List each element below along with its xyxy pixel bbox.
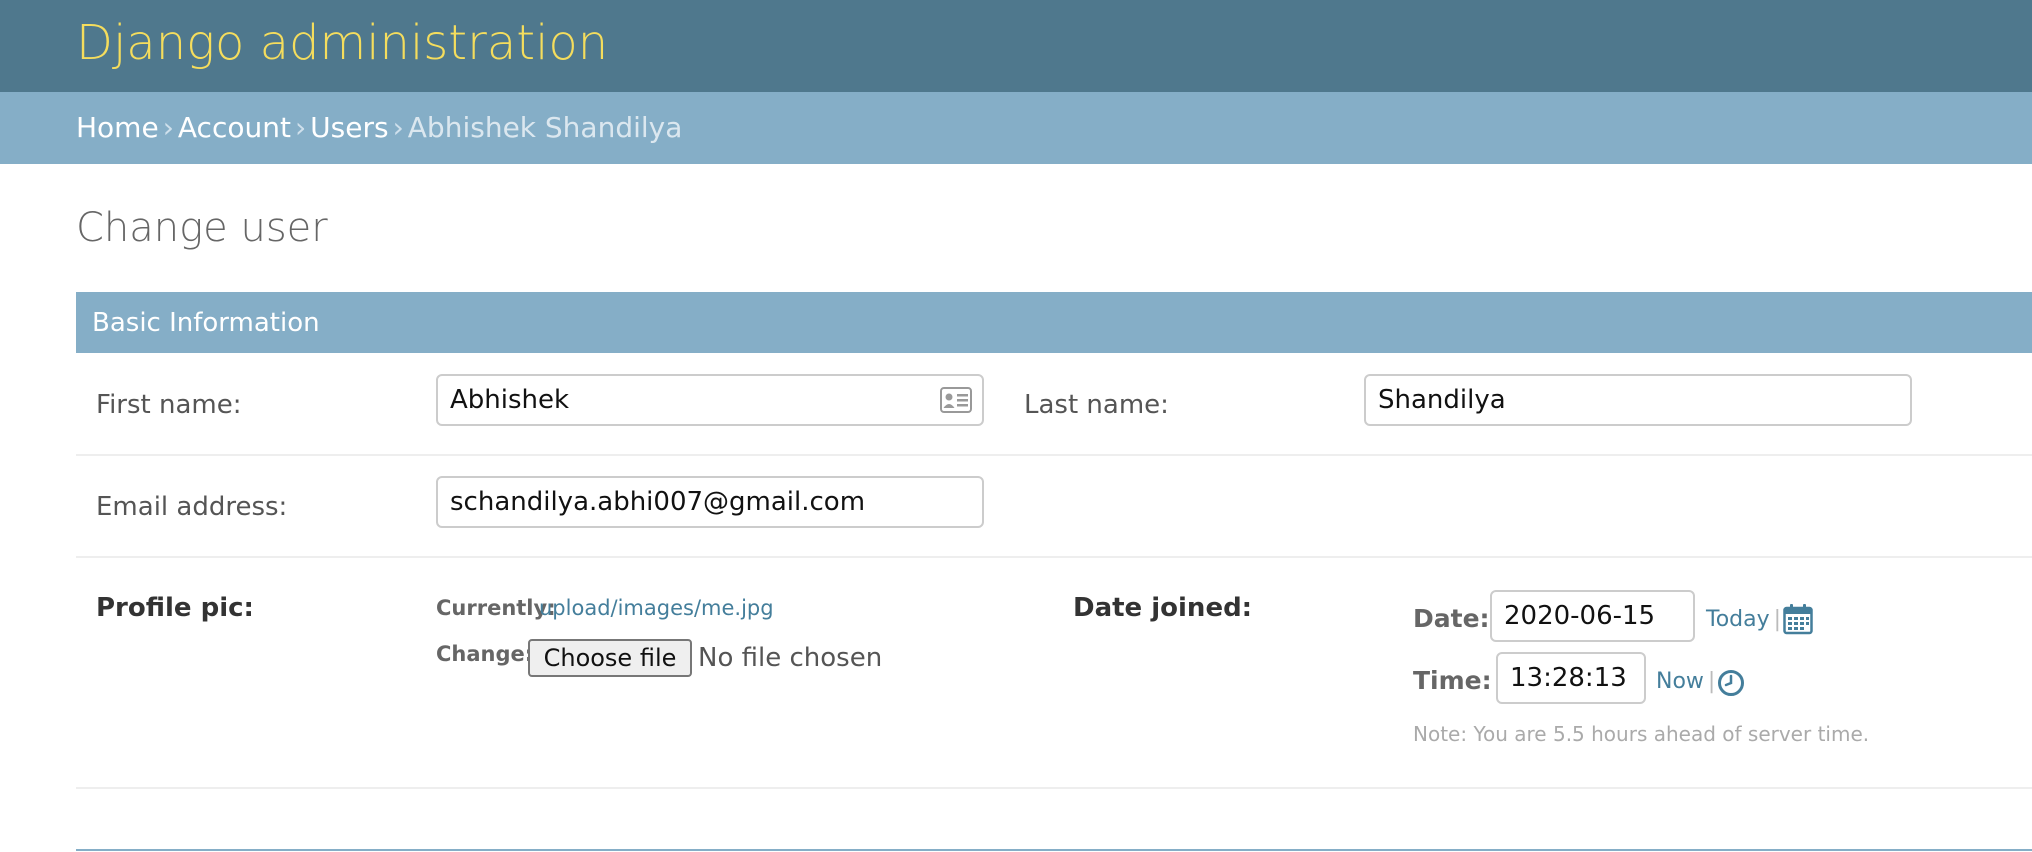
calendar-icon[interactable] bbox=[1783, 603, 1813, 635]
site-header: Django administration bbox=[0, 0, 2032, 92]
shortcut-separator: | bbox=[1707, 669, 1716, 694]
last-name-label: Last name: bbox=[1024, 390, 1169, 420]
today-link[interactable]: Today bbox=[1706, 607, 1770, 632]
breadcrumb-users[interactable]: Users bbox=[310, 111, 388, 144]
date-input[interactable]: 2020-06-15 bbox=[1490, 590, 1695, 642]
first-name-label: First name: bbox=[96, 390, 242, 420]
row-divider bbox=[76, 454, 2032, 456]
email-label: Email address: bbox=[96, 492, 288, 522]
time-label: Time: bbox=[1413, 666, 1492, 695]
submit-row-divider bbox=[76, 849, 2032, 851]
email-input[interactable]: schandilya.abhi007@gmail.com bbox=[436, 476, 984, 528]
site-title[interactable]: Django administration bbox=[76, 14, 608, 72]
timezone-note: Note: You are 5.5 hours ahead of server … bbox=[1413, 722, 1870, 746]
breadcrumb-account[interactable]: Account bbox=[178, 111, 291, 144]
fieldset-title: Basic Information bbox=[92, 308, 320, 338]
now-link[interactable]: Now bbox=[1656, 669, 1704, 694]
choose-file-button[interactable]: Choose file bbox=[528, 639, 692, 677]
first-name-input[interactable]: Abhishek bbox=[436, 374, 984, 426]
contact-card-icon[interactable] bbox=[940, 387, 972, 413]
change-label: Change: bbox=[436, 642, 534, 666]
date-value: 2020-06-15 bbox=[1504, 601, 1656, 631]
current-file-link[interactable]: upload/images/me.jpg bbox=[539, 595, 774, 621]
email-value: schandilya.abhi007@gmail.com bbox=[450, 487, 866, 517]
currently-label: Currently: bbox=[436, 596, 556, 620]
row-divider bbox=[76, 556, 2032, 558]
date-joined-label: Date joined: bbox=[1073, 593, 1253, 623]
date-shortcuts: Today | bbox=[1706, 606, 1785, 634]
fieldset-header: Basic Information bbox=[76, 292, 2032, 353]
date-label: Date: bbox=[1413, 604, 1490, 633]
time-shortcuts: Now | bbox=[1656, 668, 1719, 696]
clock-icon[interactable] bbox=[1717, 669, 1745, 697]
breadcrumb-separator: › bbox=[294, 111, 307, 144]
time-value: 13:28:13 bbox=[1510, 663, 1627, 693]
no-file-chosen-text: No file chosen bbox=[698, 643, 883, 673]
breadcrumb-separator: › bbox=[392, 111, 404, 144]
time-input[interactable]: 13:28:13 bbox=[1496, 652, 1646, 704]
breadcrumb: Home › Account › Users › Abhishek Shandilya bbox=[0, 92, 2032, 164]
page-title: Change user bbox=[76, 205, 328, 251]
breadcrumb-home[interactable]: Home bbox=[76, 111, 159, 144]
shortcut-separator: | bbox=[1773, 607, 1782, 632]
first-name-value: Abhishek bbox=[450, 385, 570, 415]
breadcrumb-current: Abhishek Shandilya bbox=[407, 111, 683, 144]
last-name-input[interactable]: Shandilya bbox=[1364, 374, 1912, 426]
last-name-value: Shandilya bbox=[1378, 385, 1506, 415]
breadcrumb-separator: › bbox=[162, 111, 174, 144]
profile-pic-label: Profile pic: bbox=[96, 593, 254, 623]
row-divider bbox=[76, 787, 2032, 789]
